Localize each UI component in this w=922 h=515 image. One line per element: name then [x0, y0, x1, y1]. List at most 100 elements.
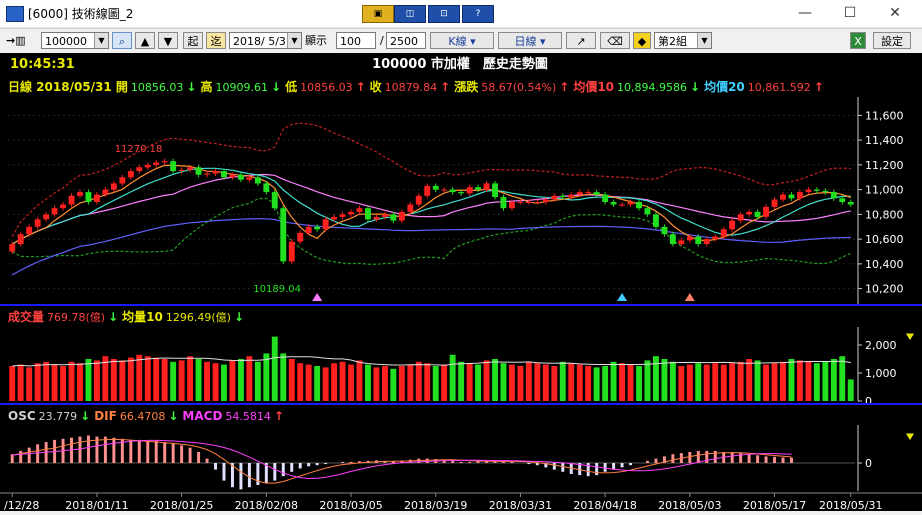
x-tick-label: 2018/04/18 — [573, 499, 636, 511]
price-tick-label: 10,600 — [865, 233, 904, 246]
trend-arrow-icon: ↑ — [274, 409, 284, 423]
line-tool-icon[interactable]: ↗ — [566, 32, 596, 49]
volume-bar — [390, 368, 397, 401]
candle-body — [619, 204, 625, 206]
candle-body — [348, 211, 354, 215]
candle-body — [246, 177, 253, 180]
chevron-down-icon[interactable]: ▼ — [697, 33, 711, 48]
search-icon[interactable]: ⌕ — [112, 32, 132, 49]
candle-body — [288, 241, 295, 262]
candle-body — [525, 202, 532, 203]
chevron-down-icon[interactable]: ▼ — [287, 33, 301, 48]
window-mode-button[interactable]: ◫ — [394, 5, 426, 23]
candle-body — [60, 204, 66, 209]
volume-bar — [517, 366, 524, 401]
help-button[interactable]: ? — [462, 5, 494, 23]
kline-dropdown[interactable]: K線 ▾ — [430, 32, 494, 49]
volume-bar — [720, 364, 727, 401]
candle-body — [737, 214, 744, 221]
volume-bar — [627, 364, 634, 401]
info-value: 10,861.592 — [748, 81, 811, 94]
volume-bar — [17, 364, 24, 401]
kline-label: K線 — [448, 35, 467, 48]
up-button[interactable]: ▲ — [135, 32, 155, 49]
x-tick-label: 2018/01/25 — [150, 499, 213, 511]
settings-button[interactable]: 設定 — [873, 32, 911, 49]
volume-bar — [534, 363, 541, 401]
volume-bar — [551, 366, 558, 401]
candle-body — [365, 208, 371, 220]
candle-body — [26, 226, 33, 235]
chevron-down-icon[interactable]: ▼ — [94, 33, 108, 48]
volume-bar — [144, 356, 151, 401]
x-tick-label: 2018/05/03 — [658, 499, 721, 511]
candle-body — [221, 171, 227, 178]
candle-body — [822, 190, 829, 193]
x-tick-label: 2018/01/11 — [65, 499, 128, 511]
candle-body — [170, 161, 177, 172]
date-input[interactable]: 2018/ 5/31 ▼ — [229, 32, 302, 49]
window-titlebar: [6000] 技術線圖_2 ▣ ◫ ⊡ ? — ☐ ✕ — [0, 0, 922, 27]
volume-bar — [229, 360, 236, 401]
candle-body — [534, 202, 541, 203]
technical-chart[interactable]: 10:45:31 100000 市加權 歷史走勢圖 日線 2018/05/31 … — [0, 53, 922, 512]
volume-bar — [365, 364, 371, 401]
app-icon — [6, 6, 24, 22]
candle-body — [254, 177, 261, 184]
candle-body — [110, 183, 117, 190]
volume-bar — [525, 361, 532, 401]
x-tick-label: 2018/02/08 — [235, 499, 298, 511]
chart-title: 100000 市加權 歷史走勢圖 — [372, 56, 548, 72]
period-dropdown[interactable]: 日線 ▾ — [498, 32, 562, 49]
fit-button[interactable]: ⊡ — [428, 5, 460, 23]
volume-bar — [737, 361, 744, 401]
volume-bar — [830, 359, 837, 401]
volume-bar — [475, 364, 481, 401]
candle-body — [187, 167, 193, 170]
candle-body — [153, 162, 160, 165]
excel-export-icon[interactable]: X — [850, 32, 866, 49]
candle-body — [475, 187, 481, 190]
end-button[interactable]: 迄 — [206, 32, 226, 49]
display-count-input[interactable]: 100 — [336, 32, 376, 49]
eraser-tool-icon[interactable]: ⌫ — [600, 32, 630, 49]
volume-bar — [26, 367, 33, 401]
minimize-icon[interactable]: — — [790, 3, 820, 23]
start-button[interactable]: 起 — [183, 32, 203, 49]
candle-body — [712, 236, 719, 240]
volume-bar — [238, 359, 244, 401]
info-value: 1296.49(億) — [166, 311, 231, 324]
candle-body — [788, 194, 795, 199]
nav-arrow-icon[interactable]: →▥ — [6, 32, 40, 49]
candle-body — [449, 189, 456, 193]
period-label: 日線 — [514, 35, 537, 48]
group-select[interactable]: 第2組 ▼ — [654, 32, 712, 49]
candle-body — [356, 208, 363, 212]
toolbar: →▥ 100000 ▼ ⌕ ▲ ▼ 起 迄 2018/ 5/31 ▼ 顯示 100 … — [0, 28, 922, 54]
total-count-input[interactable]: 2500 — [386, 32, 426, 49]
color-picker-icon[interactable]: ◆ — [633, 32, 651, 49]
close-icon[interactable]: ✕ — [880, 3, 910, 23]
candle-body — [382, 214, 388, 217]
info-label: 高 — [200, 79, 212, 94]
candle-body — [77, 192, 83, 196]
volume-bar — [695, 363, 702, 401]
candle-body — [492, 183, 498, 197]
info-value: 10879.84 — [385, 81, 438, 94]
candle-body — [797, 192, 803, 199]
date-value: 2018/ 5/31 — [233, 35, 293, 48]
down-button[interactable]: ▼ — [158, 32, 178, 49]
volume-bar — [127, 357, 134, 401]
window-title: [6000] 技術線圖_2 — [28, 7, 134, 21]
maximize-icon[interactable]: ☐ — [835, 3, 865, 23]
layout-button[interactable]: ▣ — [362, 5, 394, 23]
volume-bar — [661, 359, 668, 401]
candle-body — [678, 240, 685, 245]
candle-body — [576, 192, 583, 195]
volume-bar — [94, 360, 100, 401]
info-label: 低 — [284, 79, 297, 94]
candle-body — [280, 208, 287, 262]
candle-body — [161, 161, 168, 163]
symbol-input[interactable]: 100000 ▼ — [41, 32, 109, 49]
volume-bar — [382, 366, 388, 401]
